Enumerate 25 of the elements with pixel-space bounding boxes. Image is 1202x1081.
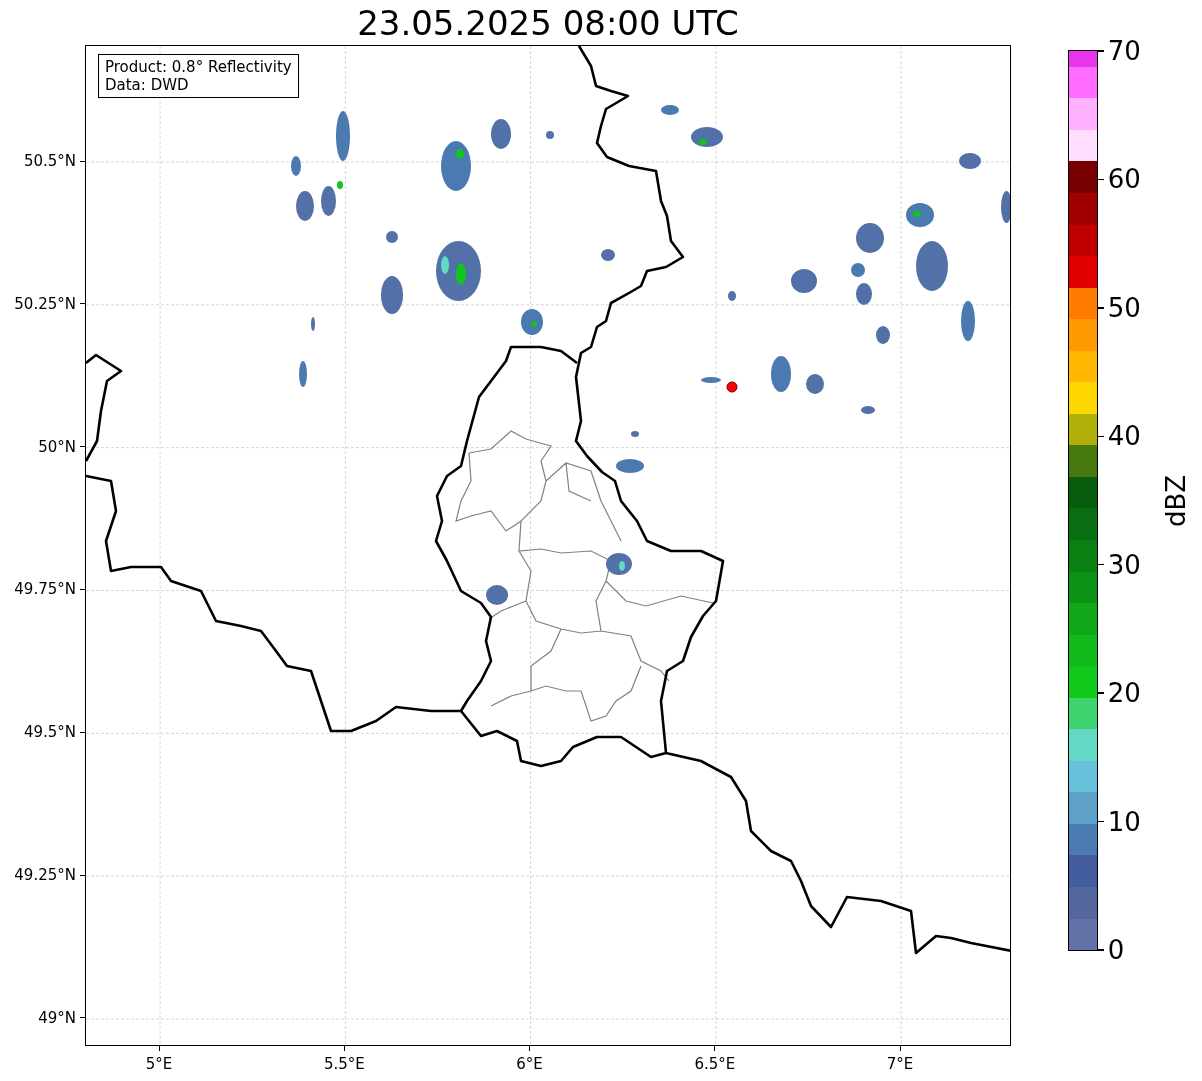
colorbar-tick-label: 10 [1107, 806, 1141, 837]
x-axis-tick-label: 6°E [516, 1055, 543, 1073]
x-axis-tick-label: 5°E [145, 1055, 173, 1073]
y-axis-tick-label: 50.25°N [14, 294, 76, 313]
x-axis-tick-label: 7°E [886, 1055, 914, 1073]
colorbar-tick-label: 20 [1107, 678, 1141, 709]
colorbar-tick-label: 30 [1107, 549, 1141, 580]
y-axis-tick-label: 50°N [38, 437, 76, 456]
colorbar-tick-label: 70 [1107, 36, 1141, 66]
colorbar-tick-label: 0 [1107, 935, 1125, 965]
colorbar-tick-label: 40 [1107, 421, 1141, 452]
y-axis-tick-label: 49.5°N [23, 723, 76, 742]
colorbar-tick-label: 50 [1107, 292, 1141, 323]
x-axis-tick-label: 6.5°E [694, 1055, 736, 1073]
y-axis-tick-label: 49°N [38, 1008, 76, 1027]
y-axis-tick-label: 49.25°N [14, 866, 76, 885]
colorbar-tick-label: 60 [1107, 164, 1141, 195]
info-text: Data: DWD [105, 76, 190, 94]
chart-title: 23.05.2025 08:00 UTC [357, 2, 739, 43]
colorbar-label: dBZ [1160, 474, 1191, 527]
info-text: Product: 0.8° Reflectivity [105, 58, 292, 76]
y-axis-tick-label: 49.75°N [14, 580, 76, 599]
x-axis-tick-label: 5.5°E [323, 1055, 365, 1073]
y-axis-tick-label: 50.5°N [23, 152, 76, 170]
location-marker-icon [726, 381, 738, 393]
